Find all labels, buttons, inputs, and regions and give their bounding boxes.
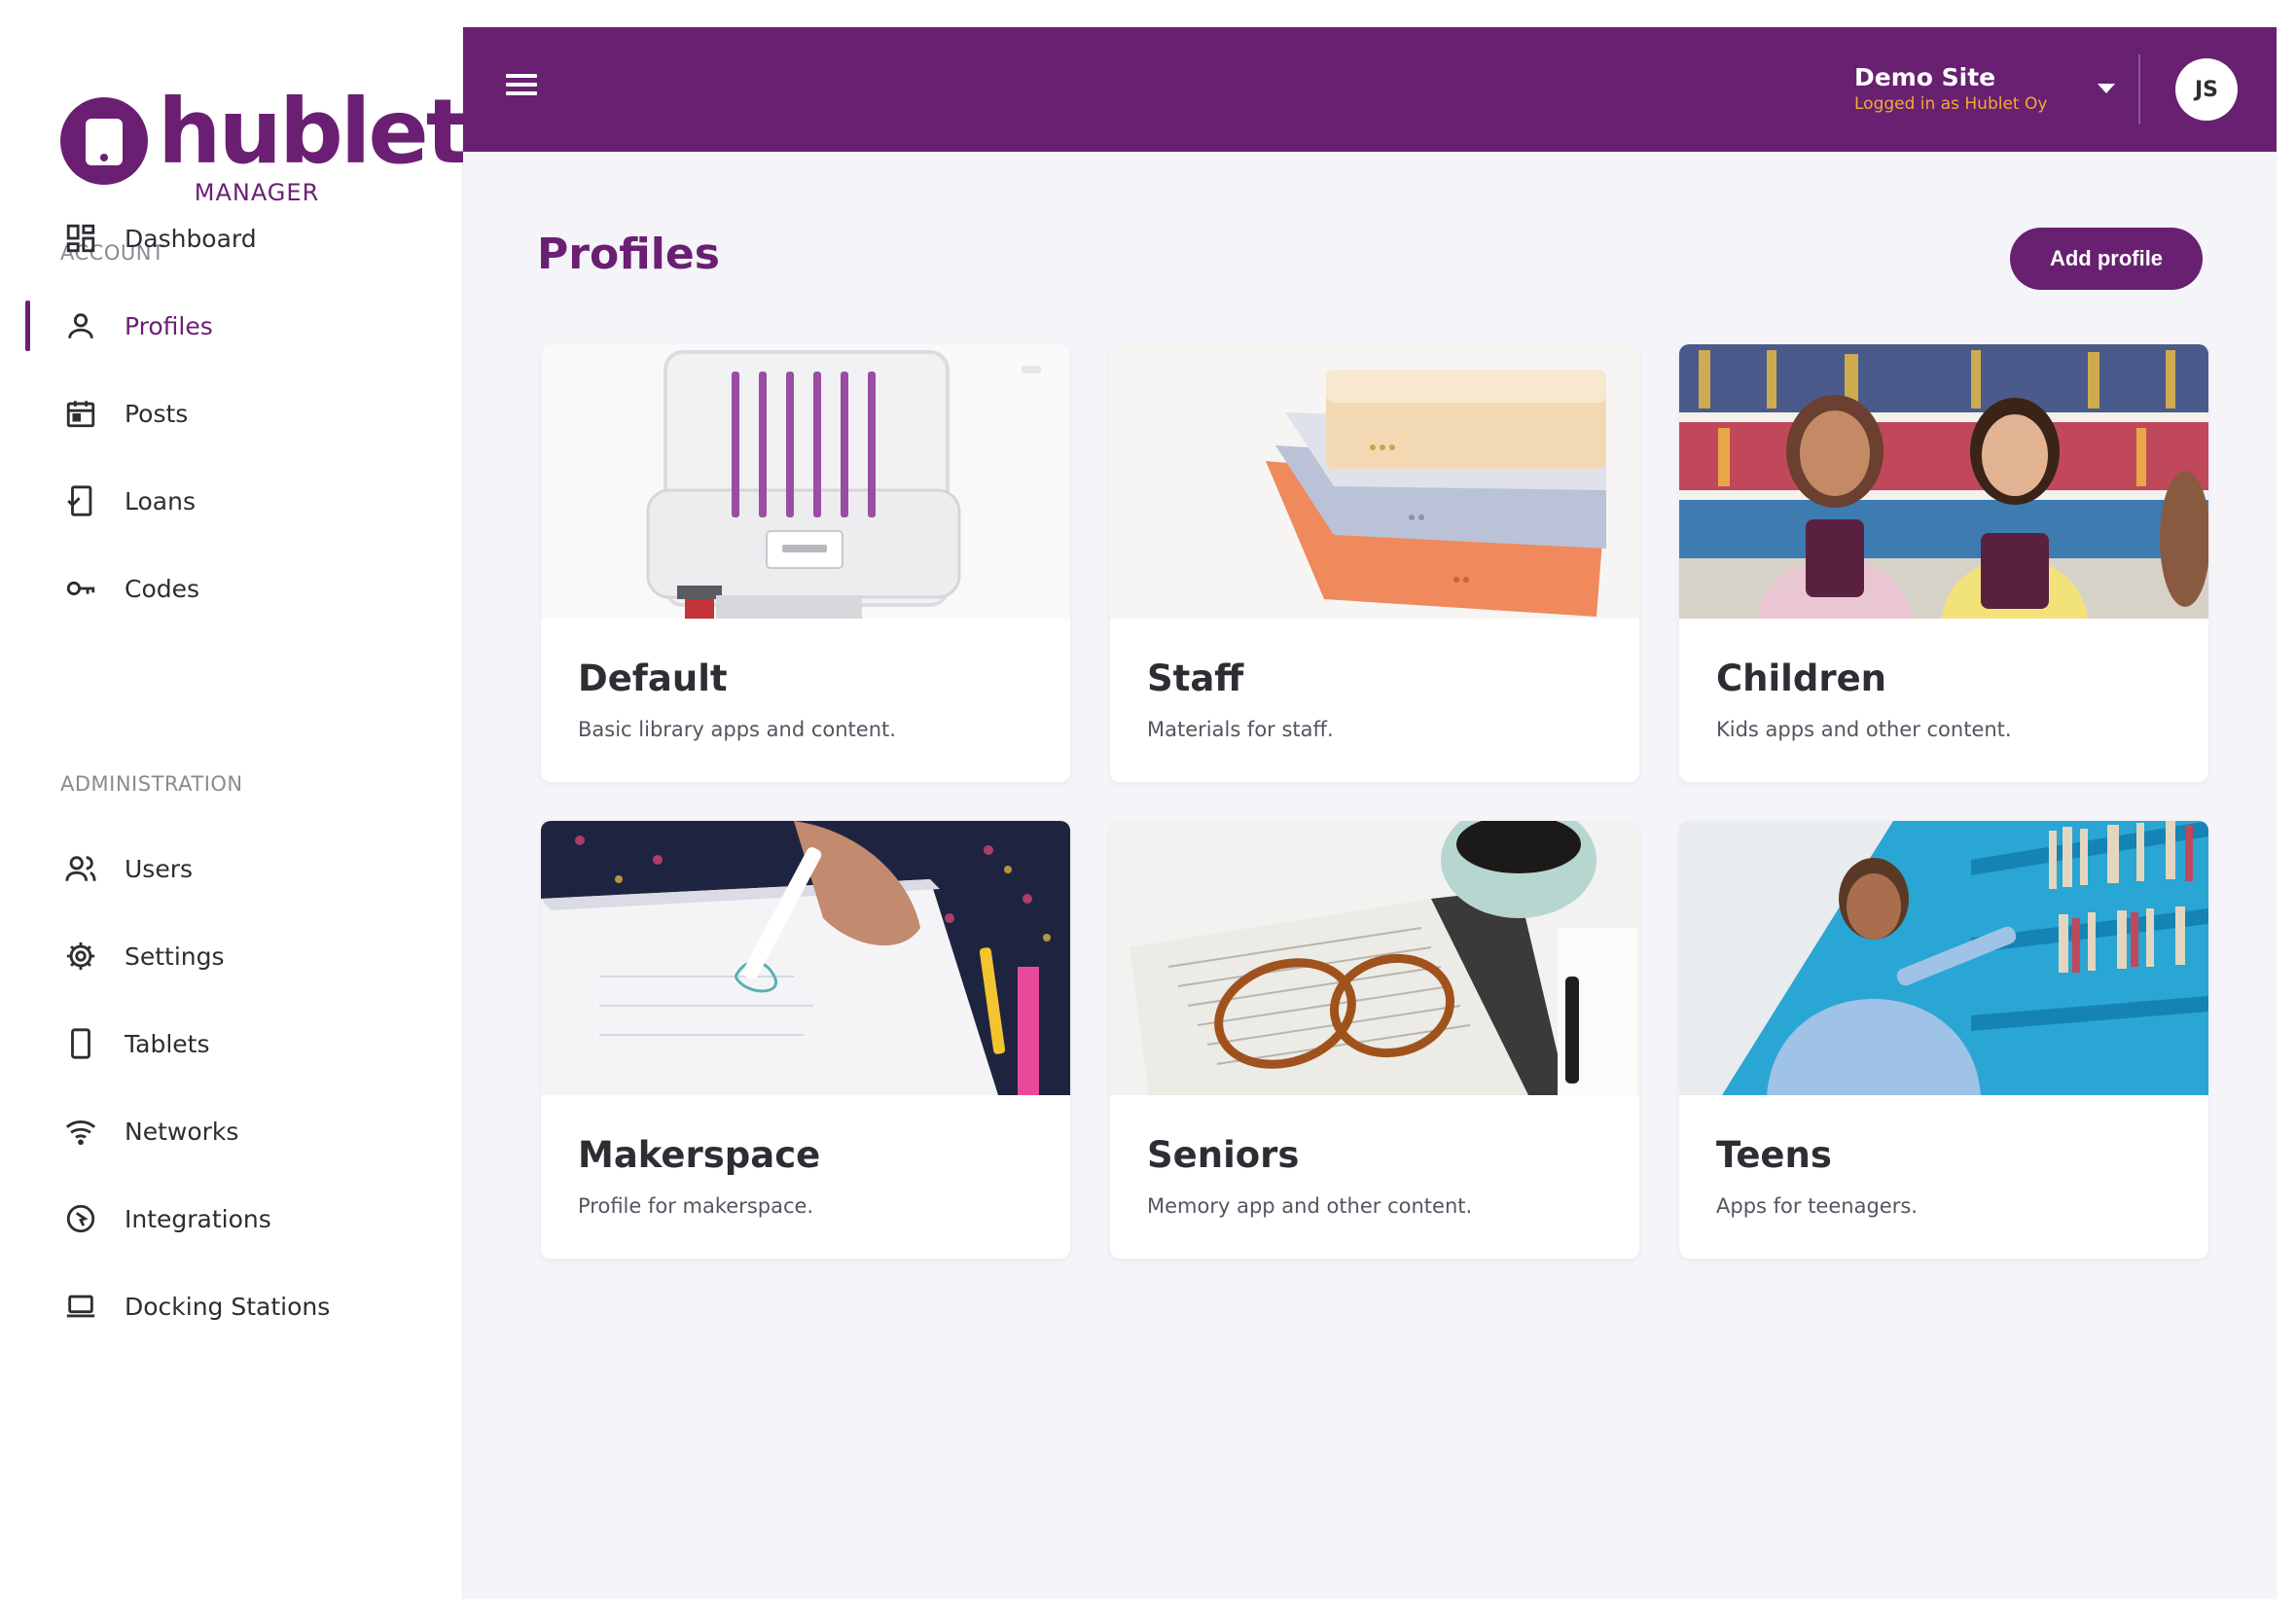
sidebar-item-networks[interactable]: Networks bbox=[25, 1097, 461, 1165]
sidebar-item-loans[interactable]: Loans bbox=[25, 467, 461, 535]
sidebar-item-label: Docking Stations bbox=[125, 1292, 331, 1321]
integration-icon bbox=[62, 1200, 99, 1237]
hublet-logo[interactable]: hublet MANAGER bbox=[60, 70, 469, 216]
sidebar-item-docking-stations[interactable]: Docking Stations bbox=[25, 1272, 461, 1340]
profile-name: Children bbox=[1716, 657, 1887, 699]
logo-wordmark: hublet bbox=[158, 80, 469, 184]
sidebar-item-label: Codes bbox=[125, 574, 200, 603]
loan-tablet-icon bbox=[62, 482, 99, 519]
user-icon bbox=[62, 307, 99, 344]
logged-in-as: Logged in as Hublet Oy bbox=[1854, 94, 2048, 114]
profile-card-seniors[interactable]: Seniors Memory app and other content. bbox=[1110, 821, 1639, 1259]
add-profile-button[interactable]: Add profile bbox=[2010, 228, 2203, 290]
chevron-down-icon[interactable] bbox=[2098, 84, 2115, 93]
sidebar-item-label: Users bbox=[125, 854, 194, 883]
section-label-administration: ADMINISTRATION bbox=[60, 772, 243, 796]
site-name: Demo Site bbox=[1854, 63, 1996, 91]
profile-description: Materials for staff. bbox=[1147, 718, 1334, 741]
site-selector[interactable]: Demo Site Logged in as Hublet Oy bbox=[1854, 62, 2078, 115]
profile-description: Memory app and other content. bbox=[1147, 1194, 1473, 1218]
users-icon bbox=[62, 850, 99, 887]
sidebar-item-label: Networks bbox=[125, 1117, 239, 1146]
profile-image-makerspace bbox=[541, 821, 1070, 1095]
profile-name: Teens bbox=[1716, 1134, 1832, 1176]
gear-icon bbox=[62, 938, 99, 975]
sidebar-item-label: Loans bbox=[125, 486, 196, 515]
profile-card-teens[interactable]: Teens Apps for teenagers. bbox=[1679, 821, 2208, 1259]
key-icon bbox=[62, 570, 99, 607]
sidebar-item-codes[interactable]: Codes bbox=[25, 554, 461, 622]
dashboard-icon bbox=[62, 220, 99, 257]
sidebar-item-dashboard[interactable]: Dashboard bbox=[25, 204, 461, 272]
profile-card-default[interactable]: Default Basic library apps and content. bbox=[541, 344, 1070, 782]
sidebar-item-profiles[interactable]: Profiles bbox=[25, 292, 461, 360]
sidebar-item-label: Posts bbox=[125, 399, 189, 428]
profile-name: Default bbox=[578, 657, 728, 699]
tablet-icon bbox=[62, 1025, 99, 1062]
profile-card-staff[interactable]: Staff Materials for staff. bbox=[1110, 344, 1639, 782]
sidebar-item-users[interactable]: Users bbox=[25, 835, 461, 903]
sidebar-item-label: Dashboard bbox=[125, 224, 257, 253]
sidebar-item-label: Settings bbox=[125, 942, 225, 971]
profile-image-seniors bbox=[1110, 821, 1639, 1095]
profile-name: Makerspace bbox=[578, 1134, 821, 1176]
profile-image-default bbox=[541, 344, 1070, 619]
sidebar-item-integrations[interactable]: Integrations bbox=[25, 1185, 461, 1253]
profile-image-staff bbox=[1110, 344, 1639, 619]
page-title: Profiles bbox=[537, 230, 720, 279]
top-bar: Demo Site Logged in as Hublet Oy JS bbox=[463, 27, 2277, 152]
sidebar-item-label: Profiles bbox=[125, 311, 213, 340]
tablet-logo-icon bbox=[60, 97, 148, 185]
profile-card-children[interactable]: Children Kids apps and other content. bbox=[1679, 344, 2208, 782]
profile-description: Basic library apps and content. bbox=[578, 718, 896, 741]
divider bbox=[2138, 54, 2140, 124]
logo-subtitle: MANAGER bbox=[194, 179, 320, 206]
profile-description: Profile for makerspace. bbox=[578, 1194, 814, 1218]
profile-name: Staff bbox=[1147, 657, 1244, 699]
sidebar: hublet MANAGER ACCOUNT Dashboard Profile… bbox=[25, 27, 469, 1599]
laptop-icon bbox=[62, 1288, 99, 1325]
profile-description: Apps for teenagers. bbox=[1716, 1194, 1918, 1218]
sidebar-item-posts[interactable]: Posts bbox=[25, 379, 461, 447]
profile-name: Seniors bbox=[1147, 1134, 1300, 1176]
wifi-icon bbox=[62, 1113, 99, 1150]
main-content: Profiles Add profile Default Basic libra… bbox=[463, 152, 2277, 1599]
calendar-icon bbox=[62, 395, 99, 432]
profile-image-teens bbox=[1679, 821, 2208, 1095]
profile-image-children bbox=[1679, 344, 2208, 619]
sidebar-item-tablets[interactable]: Tablets bbox=[25, 1010, 461, 1078]
sidebar-item-label: Tablets bbox=[125, 1029, 210, 1058]
profile-description: Kids apps and other content. bbox=[1716, 718, 2012, 741]
sidebar-item-label: Integrations bbox=[125, 1204, 271, 1233]
hamburger-icon[interactable] bbox=[506, 74, 537, 105]
sidebar-item-settings[interactable]: Settings bbox=[25, 922, 461, 990]
profile-card-makerspace[interactable]: Makerspace Profile for makerspace. bbox=[541, 821, 1070, 1259]
avatar[interactable]: JS bbox=[2175, 58, 2238, 121]
